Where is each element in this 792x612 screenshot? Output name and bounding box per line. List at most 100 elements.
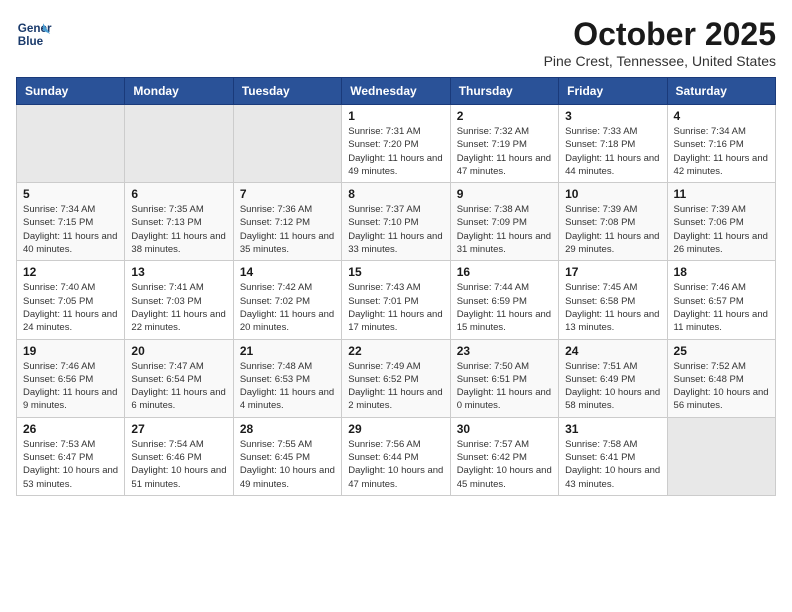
day-number: 1 [348,109,443,123]
month-title: October 2025 [544,16,776,53]
day-info: Sunrise: 7:32 AMSunset: 7:19 PMDaylight:… [457,125,552,178]
day-info: Sunrise: 7:39 AMSunset: 7:08 PMDaylight:… [565,203,660,256]
weekday-header: Sunday [17,78,125,105]
calendar-day-cell: 27Sunrise: 7:54 AMSunset: 6:46 PMDayligh… [125,417,233,495]
calendar-day-cell: 22 Sunrise: 7:49 AMSunset: 6:52 PMDayligh… [342,339,450,417]
day-info: Sunrise: 7:34 AMSunset: 7:16 PMDaylight:… [674,125,769,178]
day-number: 8 [348,187,443,201]
calendar-day-cell: 20 Sunrise: 7:47 AMSunset: 6:54 PMDayligh… [125,339,233,417]
weekday-header: Tuesday [233,78,341,105]
calendar-day-cell: 31 Sunrise: 7:58 AMSunset: 6:41 PMDayligh… [559,417,667,495]
day-number: 17 [565,265,660,279]
day-info: Sunrise: 7:40 AMSunset: 7:05 PMDaylight:… [23,281,118,334]
title-area: October 2025 Pine Crest, Tennessee, Unit… [544,16,776,69]
day-number: 19 [23,344,118,358]
weekday-header: Saturday [667,78,775,105]
calendar-day-cell: 29 Sunrise: 7:56 AMSunset: 6:44 PMDayligh… [342,417,450,495]
day-info: Sunrise: 7:56 AMSunset: 6:44 PMDaylight:… [348,438,443,491]
day-info: Sunrise: 7:53 AMSunset: 6:47 PMDaylight:… [23,438,118,491]
calendar-day-cell: 9 Sunrise: 7:38 AMSunset: 7:09 PMDaylight… [450,183,558,261]
day-info: Sunrise: 7:35 AMSunset: 7:13 PMDaylight:… [131,203,226,256]
day-info: Sunrise: 7:46 AMSunset: 6:57 PMDaylight:… [674,281,769,334]
day-number: 31 [565,422,660,436]
day-number: 28 [240,422,335,436]
day-number: 6 [131,187,226,201]
day-info: Sunrise: 7:45 AMSunset: 6:58 PMDaylight:… [565,281,660,334]
calendar-day-cell: 12 Sunrise: 7:40 AMSunset: 7:05 PMDayligh… [17,261,125,339]
day-number: 24 [565,344,660,358]
weekday-header: Friday [559,78,667,105]
day-info: Sunrise: 7:58 AMSunset: 6:41 PMDaylight:… [565,438,660,491]
day-info: Sunrise: 7:48 AMSunset: 6:53 PMDaylight:… [240,360,335,413]
calendar-day-cell: 30 Sunrise: 7:57 AMSunset: 6:42 PMDayligh… [450,417,558,495]
day-number: 2 [457,109,552,123]
day-number: 9 [457,187,552,201]
day-number: 22 [348,344,443,358]
day-number: 18 [674,265,769,279]
day-info: Sunrise: 7:50 AMSunset: 6:51 PMDaylight:… [457,360,552,413]
day-info: Sunrise: 7:33 AMSunset: 7:18 PMDaylight:… [565,125,660,178]
day-info: Sunrise: 7:47 AMSunset: 6:54 PMDaylight:… [131,360,226,413]
calendar-day-cell: 19 Sunrise: 7:46 AMSunset: 6:56 PMDayligh… [17,339,125,417]
svg-text:Blue: Blue [18,35,44,48]
calendar-day-cell: 1 Sunrise: 7:31 AMSunset: 7:20 PMDaylight… [342,105,450,183]
day-info: Sunrise: 7:41 AMSunset: 7:03 PMDaylight:… [131,281,226,334]
day-number: 10 [565,187,660,201]
day-number: 29 [348,422,443,436]
day-info: Sunrise: 7:42 AMSunset: 7:02 PMDaylight:… [240,281,335,334]
weekday-header-row: SundayMondayTuesdayWednesdayThursdayFrid… [17,78,776,105]
calendar-week-row: 26 Sunrise: 7:53 AMSunset: 6:47 PMDayligh… [17,417,776,495]
day-info: Sunrise: 7:46 AMSunset: 6:56 PMDaylight:… [23,360,118,413]
calendar-day-cell [17,105,125,183]
day-info: Sunrise: 7:39 AMSunset: 7:06 PMDaylight:… [674,203,769,256]
calendar-day-cell: 5 Sunrise: 7:34 AMSunset: 7:15 PMDaylight… [17,183,125,261]
day-info: Sunrise: 7:38 AMSunset: 7:09 PMDaylight:… [457,203,552,256]
calendar-week-row: 5 Sunrise: 7:34 AMSunset: 7:15 PMDaylight… [17,183,776,261]
calendar-day-cell [125,105,233,183]
calendar-day-cell: 24Sunrise: 7:51 AMSunset: 6:49 PMDayligh… [559,339,667,417]
day-info: Sunrise: 7:54 AMSunset: 6:46 PMDaylight:… [131,438,226,491]
day-number: 12 [23,265,118,279]
calendar-day-cell: 11Sunrise: 7:39 AMSunset: 7:06 PMDayligh… [667,183,775,261]
calendar-day-cell: 3Sunrise: 7:33 AMSunset: 7:18 PMDaylight… [559,105,667,183]
day-info: Sunrise: 7:31 AMSunset: 7:20 PMDaylight:… [348,125,443,178]
calendar-day-cell: 23 Sunrise: 7:50 AMSunset: 6:51 PMDayligh… [450,339,558,417]
day-info: Sunrise: 7:43 AMSunset: 7:01 PMDaylight:… [348,281,443,334]
calendar-day-cell: 6 Sunrise: 7:35 AMSunset: 7:13 PMDaylight… [125,183,233,261]
weekday-header: Monday [125,78,233,105]
day-info: Sunrise: 7:49 AMSunset: 6:52 PMDaylight:… [348,360,443,413]
calendar-day-cell: 4Sunrise: 7:34 AMSunset: 7:16 PMDaylight… [667,105,775,183]
calendar-day-cell: 21Sunrise: 7:48 AMSunset: 6:53 PMDayligh… [233,339,341,417]
calendar-day-cell: 14 Sunrise: 7:42 AMSunset: 7:02 PMDayligh… [233,261,341,339]
day-number: 13 [131,265,226,279]
day-number: 7 [240,187,335,201]
calendar-day-cell: 28Sunrise: 7:55 AMSunset: 6:45 PMDayligh… [233,417,341,495]
day-number: 30 [457,422,552,436]
day-info: Sunrise: 7:36 AMSunset: 7:12 PMDaylight:… [240,203,335,256]
svg-text:General: General [18,22,52,35]
day-number: 26 [23,422,118,436]
day-number: 25 [674,344,769,358]
day-number: 15 [348,265,443,279]
location: Pine Crest, Tennessee, United States [544,53,776,69]
day-info: Sunrise: 7:37 AMSunset: 7:10 PMDaylight:… [348,203,443,256]
calendar-table: SundayMondayTuesdayWednesdayThursdayFrid… [16,77,776,496]
logo: General Blue [16,16,52,52]
calendar-day-cell: 8 Sunrise: 7:37 AMSunset: 7:10 PMDaylight… [342,183,450,261]
day-number: 16 [457,265,552,279]
day-info: Sunrise: 7:57 AMSunset: 6:42 PMDaylight:… [457,438,552,491]
day-number: 5 [23,187,118,201]
logo-icon: General Blue [16,16,52,52]
calendar-day-cell: 15 Sunrise: 7:43 AMSunset: 7:01 PMDayligh… [342,261,450,339]
calendar-day-cell: 13 Sunrise: 7:41 AMSunset: 7:03 PMDayligh… [125,261,233,339]
day-info: Sunrise: 7:44 AMSunset: 6:59 PMDaylight:… [457,281,552,334]
calendar-day-cell [667,417,775,495]
calendar-day-cell: 17 Sunrise: 7:45 AMSunset: 6:58 PMDayligh… [559,261,667,339]
day-number: 14 [240,265,335,279]
day-info: Sunrise: 7:34 AMSunset: 7:15 PMDaylight:… [23,203,118,256]
day-number: 20 [131,344,226,358]
day-number: 23 [457,344,552,358]
calendar-day-cell: 10 Sunrise: 7:39 AMSunset: 7:08 PMDayligh… [559,183,667,261]
calendar-day-cell: 16 Sunrise: 7:44 AMSunset: 6:59 PMDayligh… [450,261,558,339]
calendar-week-row: 12 Sunrise: 7:40 AMSunset: 7:05 PMDayligh… [17,261,776,339]
